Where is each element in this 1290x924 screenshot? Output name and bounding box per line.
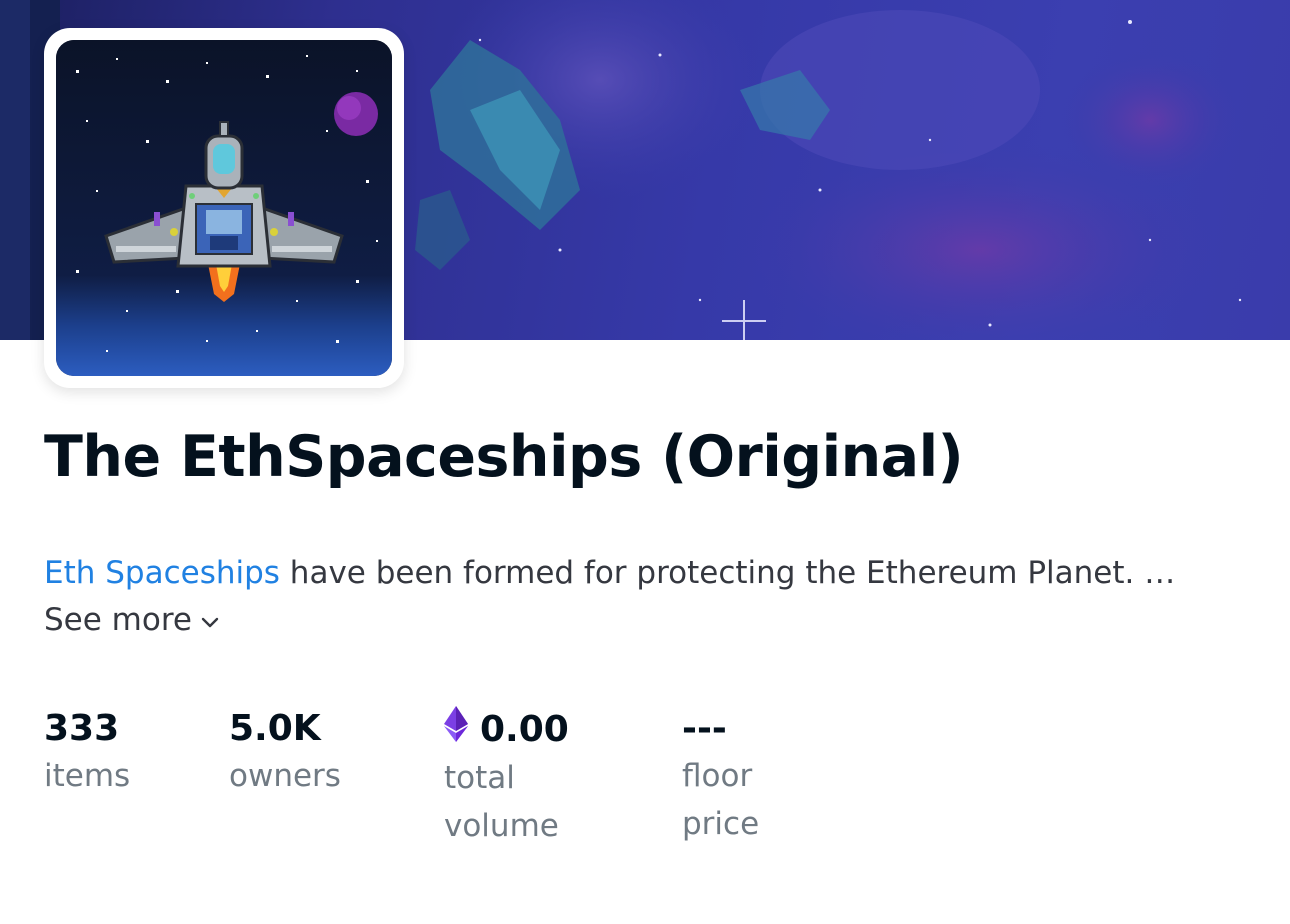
spaceship-image (56, 40, 392, 376)
stat-owners[interactable]: 5.0K owners (229, 706, 369, 800)
description-text: have been formed for protecting the Ethe… (279, 555, 1176, 591)
collection-title: The EthSpaceships (Original) (44, 424, 964, 490)
chevron-down-icon (200, 600, 220, 640)
see-more-label: See more (44, 602, 192, 638)
stat-total-volume-value: 0.00 (480, 709, 569, 750)
stat-owners-label: owners (229, 758, 341, 794)
see-more-button[interactable]: See more (44, 600, 220, 640)
stat-items[interactable]: 333 items (44, 706, 184, 800)
stat-total-volume-label: total volume (444, 760, 559, 844)
stat-owners-value: 5.0K (229, 708, 321, 749)
collection-avatar-frame (44, 28, 404, 388)
stat-items-label: items (44, 758, 131, 794)
ethereum-icon (444, 706, 468, 754)
stat-total-volume[interactable]: 0.00 total volume (444, 706, 584, 850)
stat-items-value: 333 (44, 708, 120, 749)
collection-avatar[interactable] (56, 40, 392, 376)
stat-floor-price-label: floor price (682, 758, 760, 842)
stat-floor-price[interactable]: --- floor price (682, 706, 822, 848)
collection-description: Eth Spaceships have been formed for prot… (44, 553, 1244, 593)
stat-floor-price-value: --- (682, 708, 727, 749)
description-link[interactable]: Eth Spaceships (44, 555, 280, 591)
